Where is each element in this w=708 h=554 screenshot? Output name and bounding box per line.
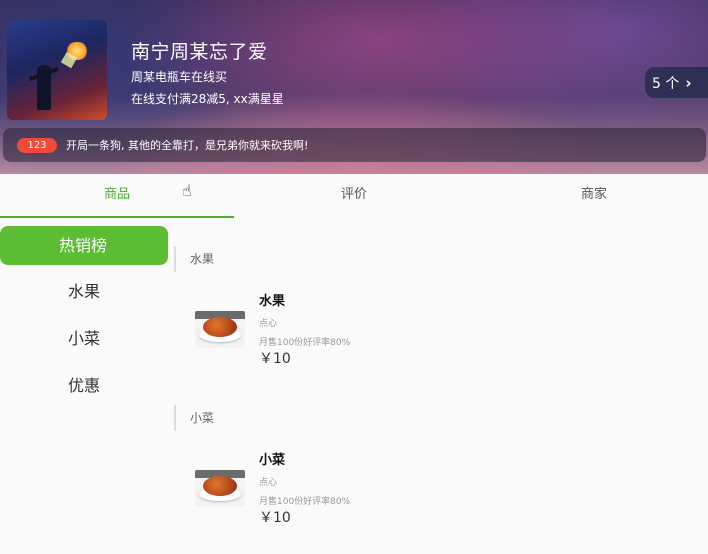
notice-text: 开局一条狗, 其他的全靠打，是兄弟你就来砍我啊!	[66, 139, 309, 152]
shop-cover-image	[7, 20, 107, 120]
food-price: ￥10	[259, 510, 291, 526]
tab-bar: 商品 评价 商家	[0, 174, 708, 218]
food-sales: 月售100份好评率80%	[259, 338, 351, 348]
food-name: 小菜	[259, 453, 286, 468]
food-price: ￥10	[259, 351, 291, 367]
food-sales: 月售100份好评率80%	[259, 497, 351, 507]
food-image[interactable]	[195, 311, 245, 348]
food-name: 水果	[259, 294, 286, 309]
food-category: 点心	[259, 478, 278, 488]
tab-merchant[interactable]: 商家	[474, 174, 708, 218]
tab-goods[interactable]: 商品	[0, 174, 234, 218]
sidebar-item-discount[interactable]: 优惠	[0, 367, 168, 414]
sidebar-item-fruit[interactable]: 水果	[0, 273, 168, 320]
food-category: 点心	[259, 319, 278, 329]
sidebar-item-hot[interactable]: 热销榜	[0, 226, 168, 265]
food-image[interactable]	[195, 470, 245, 507]
notice-badge: 123	[17, 138, 57, 153]
chevron-right-icon: ›	[685, 73, 692, 92]
tab-reviews[interactable]: 评价	[234, 174, 474, 218]
category-sidebar: 热销榜 水果 小菜 优惠	[0, 226, 168, 414]
shop-header: 南宁周某忘了爱 周某电瓶车在线买 在线支付满28减5, xx满星星 5 个 › …	[0, 0, 708, 174]
promotion-count-label: 5 个	[652, 75, 680, 92]
shop-title: 南宁周某忘了爱	[131, 41, 268, 63]
notice-bar[interactable]: 123 开局一条狗, 其他的全靠打，是兄弟你就来砍我啊!	[3, 128, 706, 162]
section-header: 小菜	[174, 405, 214, 431]
sidebar-item-sides[interactable]: 小菜	[0, 320, 168, 367]
section-header: 水果	[174, 246, 214, 272]
promotion-count-button[interactable]: 5 个 ›	[645, 67, 708, 98]
hand-cursor-icon: ☝	[182, 181, 192, 200]
shop-promotion: 在线支付满28减5, xx满星星	[131, 92, 284, 106]
shop-description: 周某电瓶车在线买	[131, 70, 228, 84]
